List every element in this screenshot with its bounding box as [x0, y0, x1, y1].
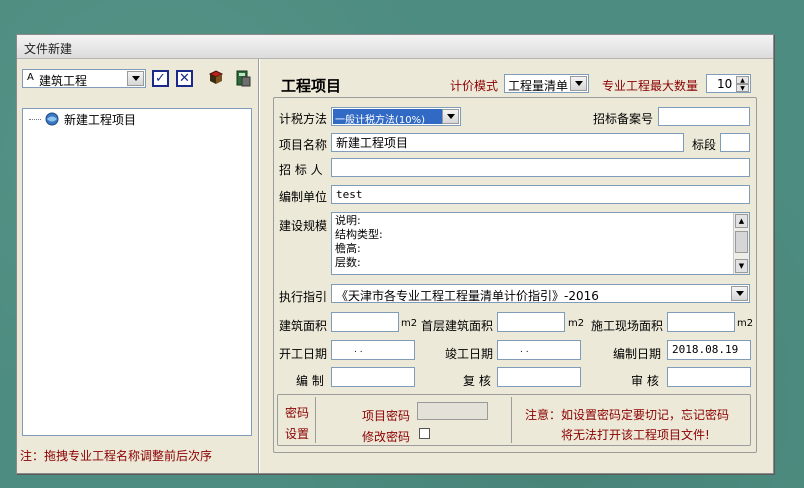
first-floor-area-unit: m2 [568, 318, 585, 329]
chevron-down-icon[interactable] [731, 286, 748, 301]
section-label: 标段 [692, 138, 717, 152]
compile-date-label: 编制日期 [613, 347, 662, 361]
chevron-down-icon[interactable] [127, 71, 144, 86]
password-separator [315, 397, 316, 443]
project-name-label: 项目名称 [279, 138, 328, 152]
tender-record-label: 招标备案号 [593, 112, 654, 126]
max-count-stepper[interactable]: 10 ▲ ▼ [706, 74, 751, 93]
max-count-value: 10 [717, 77, 733, 91]
guideline-value: 《天津市各专业工程工程量清单计价指引》-2016 [336, 289, 599, 303]
password-separator [511, 397, 512, 443]
project-icon [43, 111, 61, 127]
stepper-up-icon[interactable]: ▲ [736, 76, 749, 84]
scale-line: 层数: [335, 256, 361, 269]
password-notice-line2: 将无法打开该工程项目文件! [561, 428, 710, 442]
window-titlebar: 文件新建 [17, 35, 773, 59]
password-group-label-1: 密码 [285, 406, 310, 420]
export-icon[interactable] [234, 69, 252, 87]
project-password-input[interactable] [417, 402, 488, 420]
profession-select[interactable]: A 建筑工程 [22, 69, 146, 88]
chevron-down-icon[interactable] [570, 76, 587, 91]
project-password-label: 项目密码 [362, 409, 411, 423]
scroll-thumb[interactable] [735, 231, 748, 253]
start-date-label: 开工日期 [279, 347, 328, 361]
check-icon[interactable]: ✓ [152, 70, 169, 87]
scale-line: 结构类型: [335, 228, 383, 241]
scale-label: 建设规模 [279, 219, 328, 233]
modify-password-checkbox[interactable] [419, 428, 430, 439]
textarea-scrollbar[interactable]: ▲ ▼ [733, 213, 749, 274]
start-date-input[interactable]: . . [331, 340, 415, 360]
finish-date-label: 竣工日期 [445, 347, 494, 361]
first-floor-area-input[interactable] [497, 312, 565, 332]
window-title: 文件新建 [24, 42, 73, 56]
profession-value: 建筑工程 [39, 74, 88, 88]
compiler-unit-input[interactable]: test [331, 185, 750, 204]
building-area-input[interactable] [331, 312, 399, 332]
scroll-up-icon[interactable]: ▲ [735, 214, 748, 228]
close-icon[interactable]: ✕ [176, 70, 193, 87]
scale-textarea[interactable]: 说明: 结构类型: 檐高: 层数: ▲ ▼ [331, 212, 750, 275]
compile-date-input[interactable]: 2018.08.19 [667, 340, 751, 360]
tenderer-input[interactable] [331, 158, 750, 177]
compile-label: 编 制 [296, 374, 324, 388]
tender-record-input[interactable] [658, 107, 750, 126]
pricing-mode-select[interactable]: 工程量清单 [504, 74, 589, 93]
audit-input[interactable] [667, 367, 751, 387]
recheck-label: 复 核 [463, 374, 491, 388]
scale-line: 说明: [335, 214, 361, 227]
tax-method-value: 一般计税方法(10%) [335, 115, 426, 126]
compile-input[interactable] [331, 367, 415, 387]
tree-item-label[interactable]: 新建工程项目 [64, 111, 136, 128]
password-group-label-2: 设置 [285, 427, 310, 441]
tax-method-label: 计税方法 [279, 112, 328, 126]
pricing-mode-label: 计价模式 [450, 79, 499, 93]
site-area-label: 施工现场面积 [591, 319, 664, 333]
max-count-label: 专业工程最大数量 [602, 79, 699, 93]
tax-method-select[interactable]: 一般计税方法(10%) [331, 107, 461, 126]
guideline-label: 执行指引 [279, 290, 328, 304]
password-notice-line1: 注意：如设置密码定要切记，忘记密码 [525, 408, 730, 422]
project-name-input[interactable]: 新建工程项目 [331, 133, 684, 152]
section-title: 工程项目 [281, 77, 342, 95]
finish-date-input[interactable]: . . [497, 340, 581, 360]
pricing-mode-value: 工程量清单 [508, 79, 569, 93]
stepper-down-icon[interactable]: ▼ [736, 84, 749, 92]
site-area-input[interactable] [667, 312, 735, 332]
recheck-input[interactable] [497, 367, 581, 387]
chevron-down-icon[interactable] [442, 109, 459, 124]
building-area-label: 建筑面积 [279, 319, 328, 333]
project-tree[interactable]: 新建工程项目 [22, 108, 252, 436]
audit-label: 审 核 [631, 374, 659, 388]
drag-order-note: 注：拖拽专业工程名称调整前后次序 [20, 449, 213, 463]
scroll-down-icon[interactable]: ▼ [735, 259, 748, 273]
tenderer-label: 招 标 人 [279, 163, 323, 177]
panel-divider [258, 59, 260, 473]
file-new-window: 文件新建 A 建筑工程 ✓ ✕ 新建工程项目 注：拖拽专业工程名称调整前后次序 … [16, 34, 774, 474]
section-input[interactable] [720, 133, 750, 152]
guideline-select[interactable]: 《天津市各专业工程工程量清单计价指引》-2016 [331, 284, 750, 303]
modify-password-label: 修改密码 [362, 430, 411, 444]
site-area-unit: m2 [737, 318, 754, 329]
compiler-unit-label: 编制单位 [279, 190, 328, 204]
scale-line: 檐高: [335, 242, 361, 255]
profession-prefix: A [27, 72, 34, 83]
building-area-unit: m2 [401, 318, 418, 329]
first-floor-area-label: 首层建筑面积 [421, 319, 494, 333]
book-icon[interactable] [208, 70, 224, 86]
